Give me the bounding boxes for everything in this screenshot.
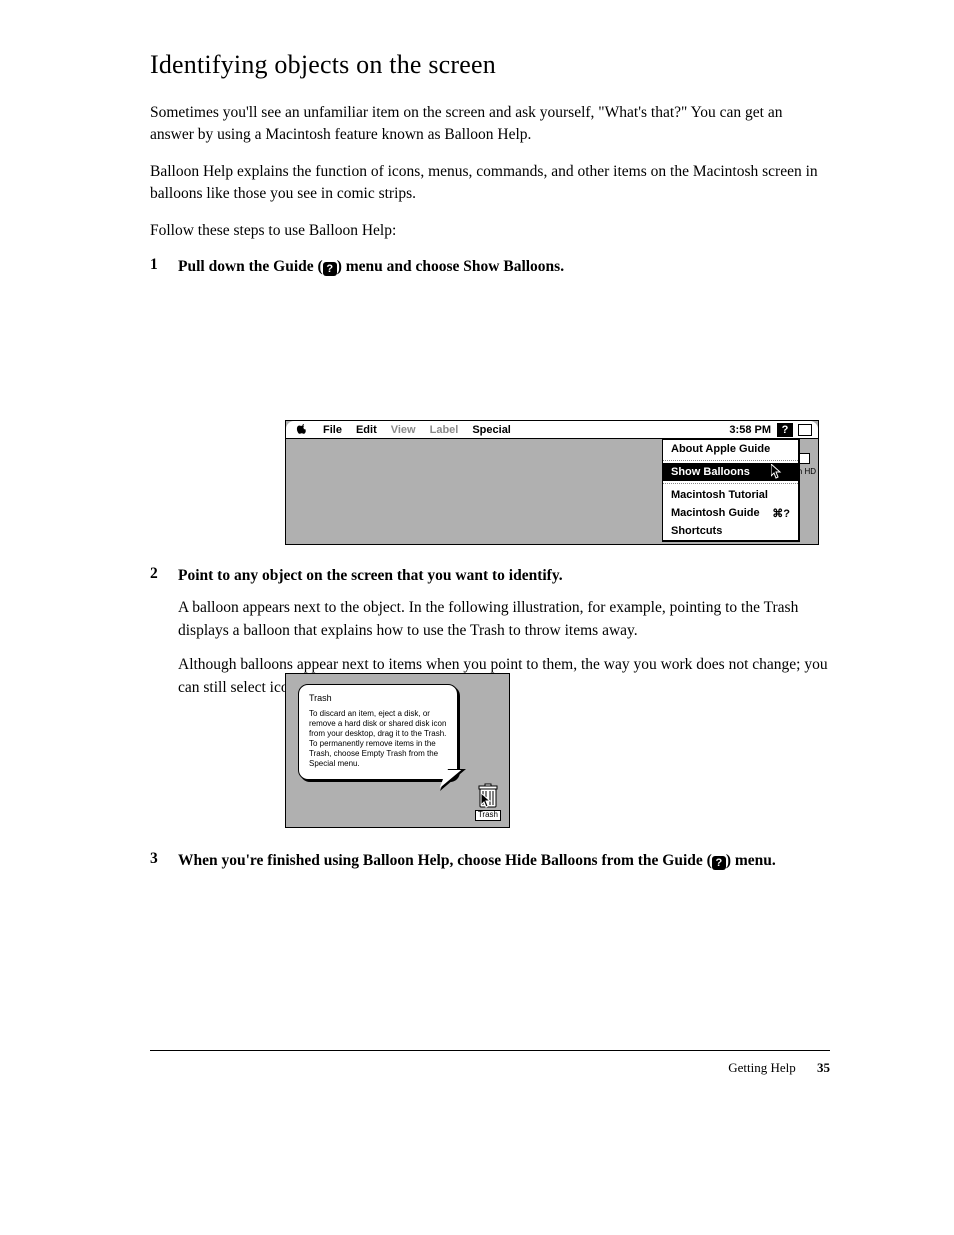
apple-menu-icon[interactable] [296,422,308,437]
step-3-text: When you're finished using Balloon Help,… [178,850,830,872]
step-3: 3 When you're finished using Balloon Hel… [150,850,830,872]
cursor-arrow-icon [771,464,782,480]
step-1-text-after: ) menu and choose Show Balloons. [337,258,564,275]
menu-item-show-balloons-label: Show Balloons [671,466,750,478]
menu-item-show-balloons[interactable]: Show Balloons [663,463,798,481]
menu-view[interactable]: View [384,424,423,436]
menu-special[interactable]: Special [465,424,518,436]
guide-menu-dropdown: About Apple Guide Show Balloons Macintos… [662,439,800,542]
step-2-text: Point to any object on the screen that y… [178,565,830,587]
menu-separator [663,483,798,484]
step-1-number: 1 [150,256,178,278]
menu-item-macintosh-tutorial[interactable]: Macintosh Tutorial [663,486,798,504]
step-2: 2 Point to any object on the screen that… [150,565,830,587]
step-2-explanation-1: A balloon appears next to the object. In… [178,597,830,642]
intro-paragraph-1: Sometimes you'll see an unfamiliar item … [150,102,830,147]
intro-paragraph-2: Balloon Help explains the function of ic… [150,161,830,206]
menubar-clock: 3:58 PM [729,424,774,436]
footer-section-label: Getting Help [728,1060,796,1075]
step-3-text-before: When you're finished using Balloon Help,… [178,852,712,869]
screenshot-balloon-help: Trash To discard an item, eject a disk, … [285,673,510,828]
footer-page-number: 35 [817,1060,830,1075]
footer: Getting Help 35 [728,1060,830,1076]
trash-desktop-item[interactable]: Trash [475,783,501,821]
menu-item-macintosh-guide[interactable]: Macintosh Guide ⌘? [663,504,798,522]
help-balloon: Trash To discard an item, eject a disk, … [298,684,458,780]
section-heading: Identifying objects on the screen [150,50,830,80]
step-3-number: 3 [150,850,178,872]
menu-item-about-apple-guide[interactable]: About Apple Guide [663,440,798,458]
menubar: File Edit View Label Special 3:58 PM ? [286,421,818,439]
screenshot-menubar: File Edit View Label Special 3:58 PM ? s… [285,420,819,545]
balloon-body: To discard an item, eject a disk, or rem… [309,709,447,769]
menu-label[interactable]: Label [423,424,466,436]
step-1-text: Pull down the Guide (?) menu and choose … [178,256,830,278]
step-2-number: 2 [150,565,178,587]
menu-file[interactable]: File [316,424,349,436]
intro-paragraph-3: Follow these steps to use Balloon Help: [150,220,830,242]
menu-item-macintosh-guide-label: Macintosh Guide [671,507,760,519]
balloon-title: Trash [309,693,447,703]
cursor-arrow-icon [481,793,492,809]
guide-menu-icon[interactable]: ? [777,423,793,437]
help-icon: ? [323,262,337,276]
step-3-text-after: ) menu. [726,852,776,869]
menu-separator [663,460,798,461]
step-1: 1 Pull down the Guide (?) menu and choos… [150,256,830,278]
help-icon: ? [712,856,726,870]
menu-item-shortcuts[interactable]: Shortcuts [663,522,798,540]
application-menu-icon[interactable] [798,424,812,436]
step-1-text-before: Pull down the Guide ( [178,258,323,275]
footer-rule [150,1050,830,1051]
menu-item-macintosh-guide-shortcut: ⌘? [772,507,790,520]
trash-icon [477,783,499,809]
trash-label: Trash [475,810,501,821]
menu-edit[interactable]: Edit [349,424,384,436]
